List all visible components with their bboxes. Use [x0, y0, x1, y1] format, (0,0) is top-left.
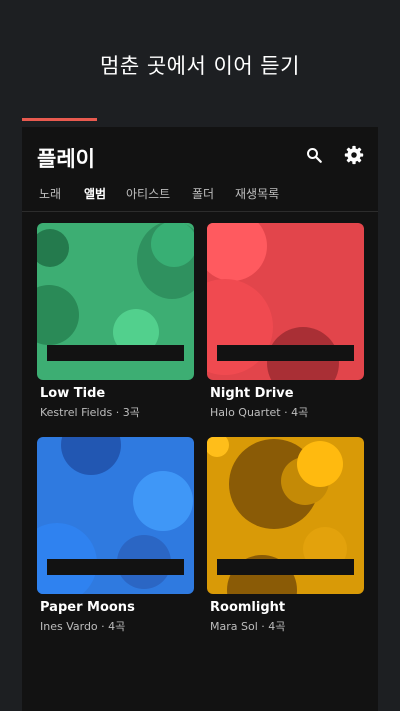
album-card[interactable]: Low Tide Kestrel Fields · 3곡 — [37, 223, 194, 420]
album-art-label — [217, 559, 354, 575]
album-art-label — [47, 345, 184, 361]
album-title: Roomlight — [210, 600, 286, 615]
album-art — [207, 437, 364, 594]
tab-bar: 노래 앨범 아티스트 폴더 재생목록 — [22, 183, 378, 212]
album-art — [207, 223, 364, 380]
tab-albums[interactable]: 앨범 — [84, 185, 106, 202]
tab-folders[interactable]: 폴더 — [192, 185, 214, 202]
album-meta: Ines Vardo · 4곡 — [40, 620, 126, 633]
accent-bar — [22, 118, 97, 121]
gear-icon[interactable] — [342, 143, 366, 167]
tab-playlists[interactable]: 재생목록 — [235, 185, 279, 202]
album-meta: Mara Sol · 4곡 — [210, 620, 286, 633]
album-card[interactable]: Roomlight Mara Sol · 4곡 — [207, 437, 364, 634]
promo-headline: 멈춘 곳에서 이어 듣기 — [100, 54, 300, 78]
app-title: 플레이 — [37, 147, 95, 171]
album-meta: Kestrel Fields · 3곡 — [40, 406, 140, 419]
album-card[interactable]: Night Drive Halo Quartet · 4곡 — [207, 223, 364, 420]
album-art — [37, 437, 194, 594]
album-title: Paper Moons — [40, 600, 135, 615]
search-icon[interactable] — [302, 143, 326, 167]
tab-artists[interactable]: 아티스트 — [126, 185, 170, 202]
app-screen: 플레이 노래 앨범 아티스트 폴더 재생목록 Low Tide Kestrel … — [22, 127, 378, 711]
album-meta: Halo Quartet · 4곡 — [210, 406, 309, 419]
album-title: Low Tide — [40, 386, 106, 401]
album-card[interactable]: Paper Moons Ines Vardo · 4곡 — [37, 437, 194, 634]
album-art-label — [47, 559, 184, 575]
tab-songs[interactable]: 노래 — [39, 185, 61, 202]
album-art — [37, 223, 194, 380]
album-art-label — [217, 345, 354, 361]
album-title: Night Drive — [210, 386, 294, 401]
